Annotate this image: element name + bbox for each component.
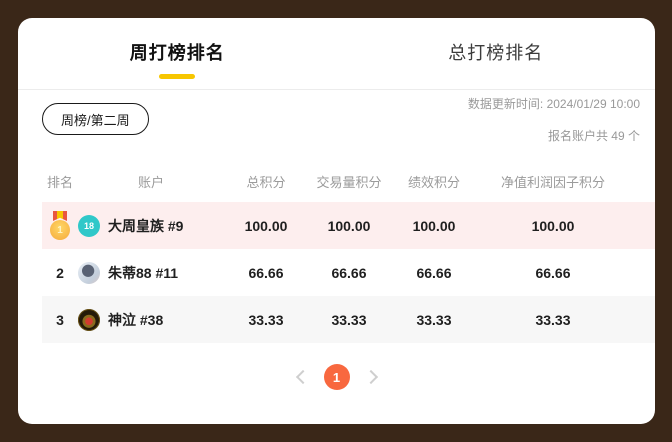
subheader: 周榜/第二周 数据更新时间: 2024/01/29 10:00 报名账户共 49… <box>18 90 655 160</box>
ranking-table: 排名 账户 总积分 交易量积分 绩效积分 净值利润因子积分 1 18 大周皇族 #9… <box>42 160 655 343</box>
avatar: 18 <box>78 214 100 237</box>
leaderboard-card: 周打榜排名 总打榜排名 周榜/第二周 数据更新时间: 2024/01/29 10… <box>18 18 655 424</box>
score-cell: 100.00 <box>531 217 575 234</box>
table-row: 3 神泣 #38 33.33 33.33 33.33 33.33 <box>42 296 655 343</box>
tab-weekly-ranking[interactable]: 周打榜排名 <box>18 18 337 89</box>
table-body: 1 18 大周皇族 #9 100.00 100.00 100.00 100.00 2 朱蒂88 … <box>42 202 655 343</box>
score-cell: 66.66 <box>248 264 284 281</box>
tab-total-ranking-label: 总打榜排名 <box>448 42 544 63</box>
account-cell: 18 大周皇族 #9 <box>78 202 224 249</box>
next-page-chevron-icon[interactable] <box>363 369 378 385</box>
medal-number: 1 <box>50 220 70 240</box>
rank-cell: 1 <box>42 202 78 249</box>
table-header-row: 排名 账户 总积分 交易量积分 绩效积分 净值利润因子积分 <box>42 160 655 202</box>
rank-number: 3 <box>56 311 64 328</box>
score-cell: 33.33 <box>535 311 571 328</box>
table-row: 2 朱蒂88 #11 66.66 66.66 66.66 66.66 <box>42 249 655 296</box>
tab-weekly-ranking-label: 周打榜排名 <box>129 42 225 63</box>
score-cell: 33.33 <box>416 311 452 328</box>
score-cell: 66.66 <box>535 264 571 281</box>
account-name: 大周皇族 #9 <box>108 217 184 234</box>
account-name: 朱蒂88 #11 <box>108 264 179 281</box>
rank-number: 2 <box>56 264 64 281</box>
header-volume-points: 交易量积分 <box>316 174 382 190</box>
table-row: 1 18 大周皇族 #9 100.00 100.00 100.00 100.00 <box>42 202 655 249</box>
week-filter-button[interactable]: 周榜/第二周 <box>42 103 149 135</box>
data-update-time: 数据更新时间: 2024/01/29 10:00 <box>467 97 640 111</box>
account-name: 神泣 #38 <box>108 311 164 328</box>
score-cell: 66.66 <box>331 264 367 281</box>
header-performance-points: 绩效积分 <box>407 174 460 190</box>
avatar <box>78 261 100 284</box>
score-cell: 33.33 <box>248 311 284 328</box>
tab-total-ranking[interactable]: 总打榜排名 <box>337 18 656 89</box>
registered-accounts-count: 报名账户共 49 个 <box>547 129 640 143</box>
current-page-button[interactable]: 1 <box>323 364 350 390</box>
gold-medal-icon: 1 <box>49 211 71 240</box>
header-rank: 排名 <box>46 174 73 190</box>
prev-page-chevron-icon[interactable] <box>295 369 310 385</box>
score-cell: 100.00 <box>412 217 456 234</box>
score-cell: 100.00 <box>327 217 371 234</box>
score-cell: 66.66 <box>416 264 452 281</box>
header-profit-factor-points: 净值利润因子积分 <box>500 174 605 190</box>
score-cell: 100.00 <box>244 217 288 234</box>
header-account: 账户 <box>137 174 164 190</box>
meta-info: 数据更新时间: 2024/01/29 10:00 报名账户共 49 个 <box>468 95 640 159</box>
tab-bar: 周打榜排名 总打榜排名 <box>18 18 655 90</box>
score-cell: 33.33 <box>331 311 367 328</box>
avatar <box>78 308 100 331</box>
header-total-points: 总积分 <box>246 174 286 190</box>
account-cell: 神泣 #38 <box>78 296 224 343</box>
pagination: 1 <box>18 364 655 390</box>
active-tab-underline <box>159 73 196 79</box>
account-cell: 朱蒂88 #11 <box>78 249 224 296</box>
